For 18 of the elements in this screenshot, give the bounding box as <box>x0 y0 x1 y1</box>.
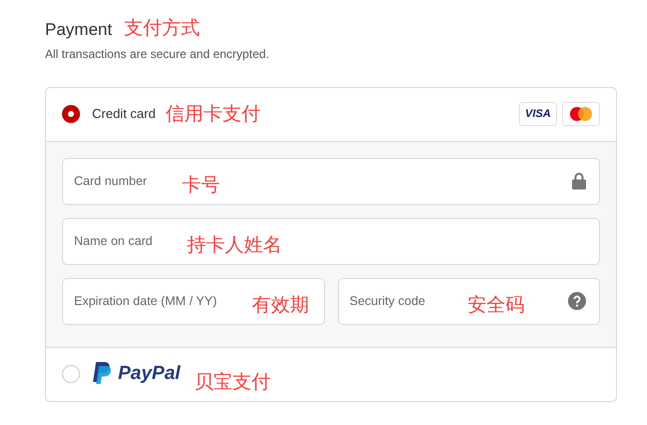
section-title: Payment <box>45 19 112 41</box>
help-icon <box>568 292 586 310</box>
radio-button[interactable] <box>62 365 80 383</box>
radio-button[interactable] <box>62 105 80 123</box>
annotation-label: 持卡人姓名 <box>187 236 282 254</box>
annotation-label: 贝宝支付 <box>194 370 270 395</box>
annotation-label: 卡号 <box>182 176 220 194</box>
visa-logo: VISA <box>519 102 557 126</box>
annotation-label: 支付方式 <box>124 16 200 41</box>
paypal-logo: PayPal <box>118 362 180 386</box>
annotation-label: 信用卡支付 <box>166 102 261 127</box>
paypal-logo-icon <box>92 362 112 386</box>
annotation-label: 有效期 <box>252 296 309 314</box>
option-label: Credit card <box>92 105 156 124</box>
lock-icon <box>572 172 586 190</box>
annotation-label: 安全码 <box>468 296 524 314</box>
subtitle: All transactions are secure and encrypted. <box>45 46 270 62</box>
circles-icon <box>569 106 593 122</box>
